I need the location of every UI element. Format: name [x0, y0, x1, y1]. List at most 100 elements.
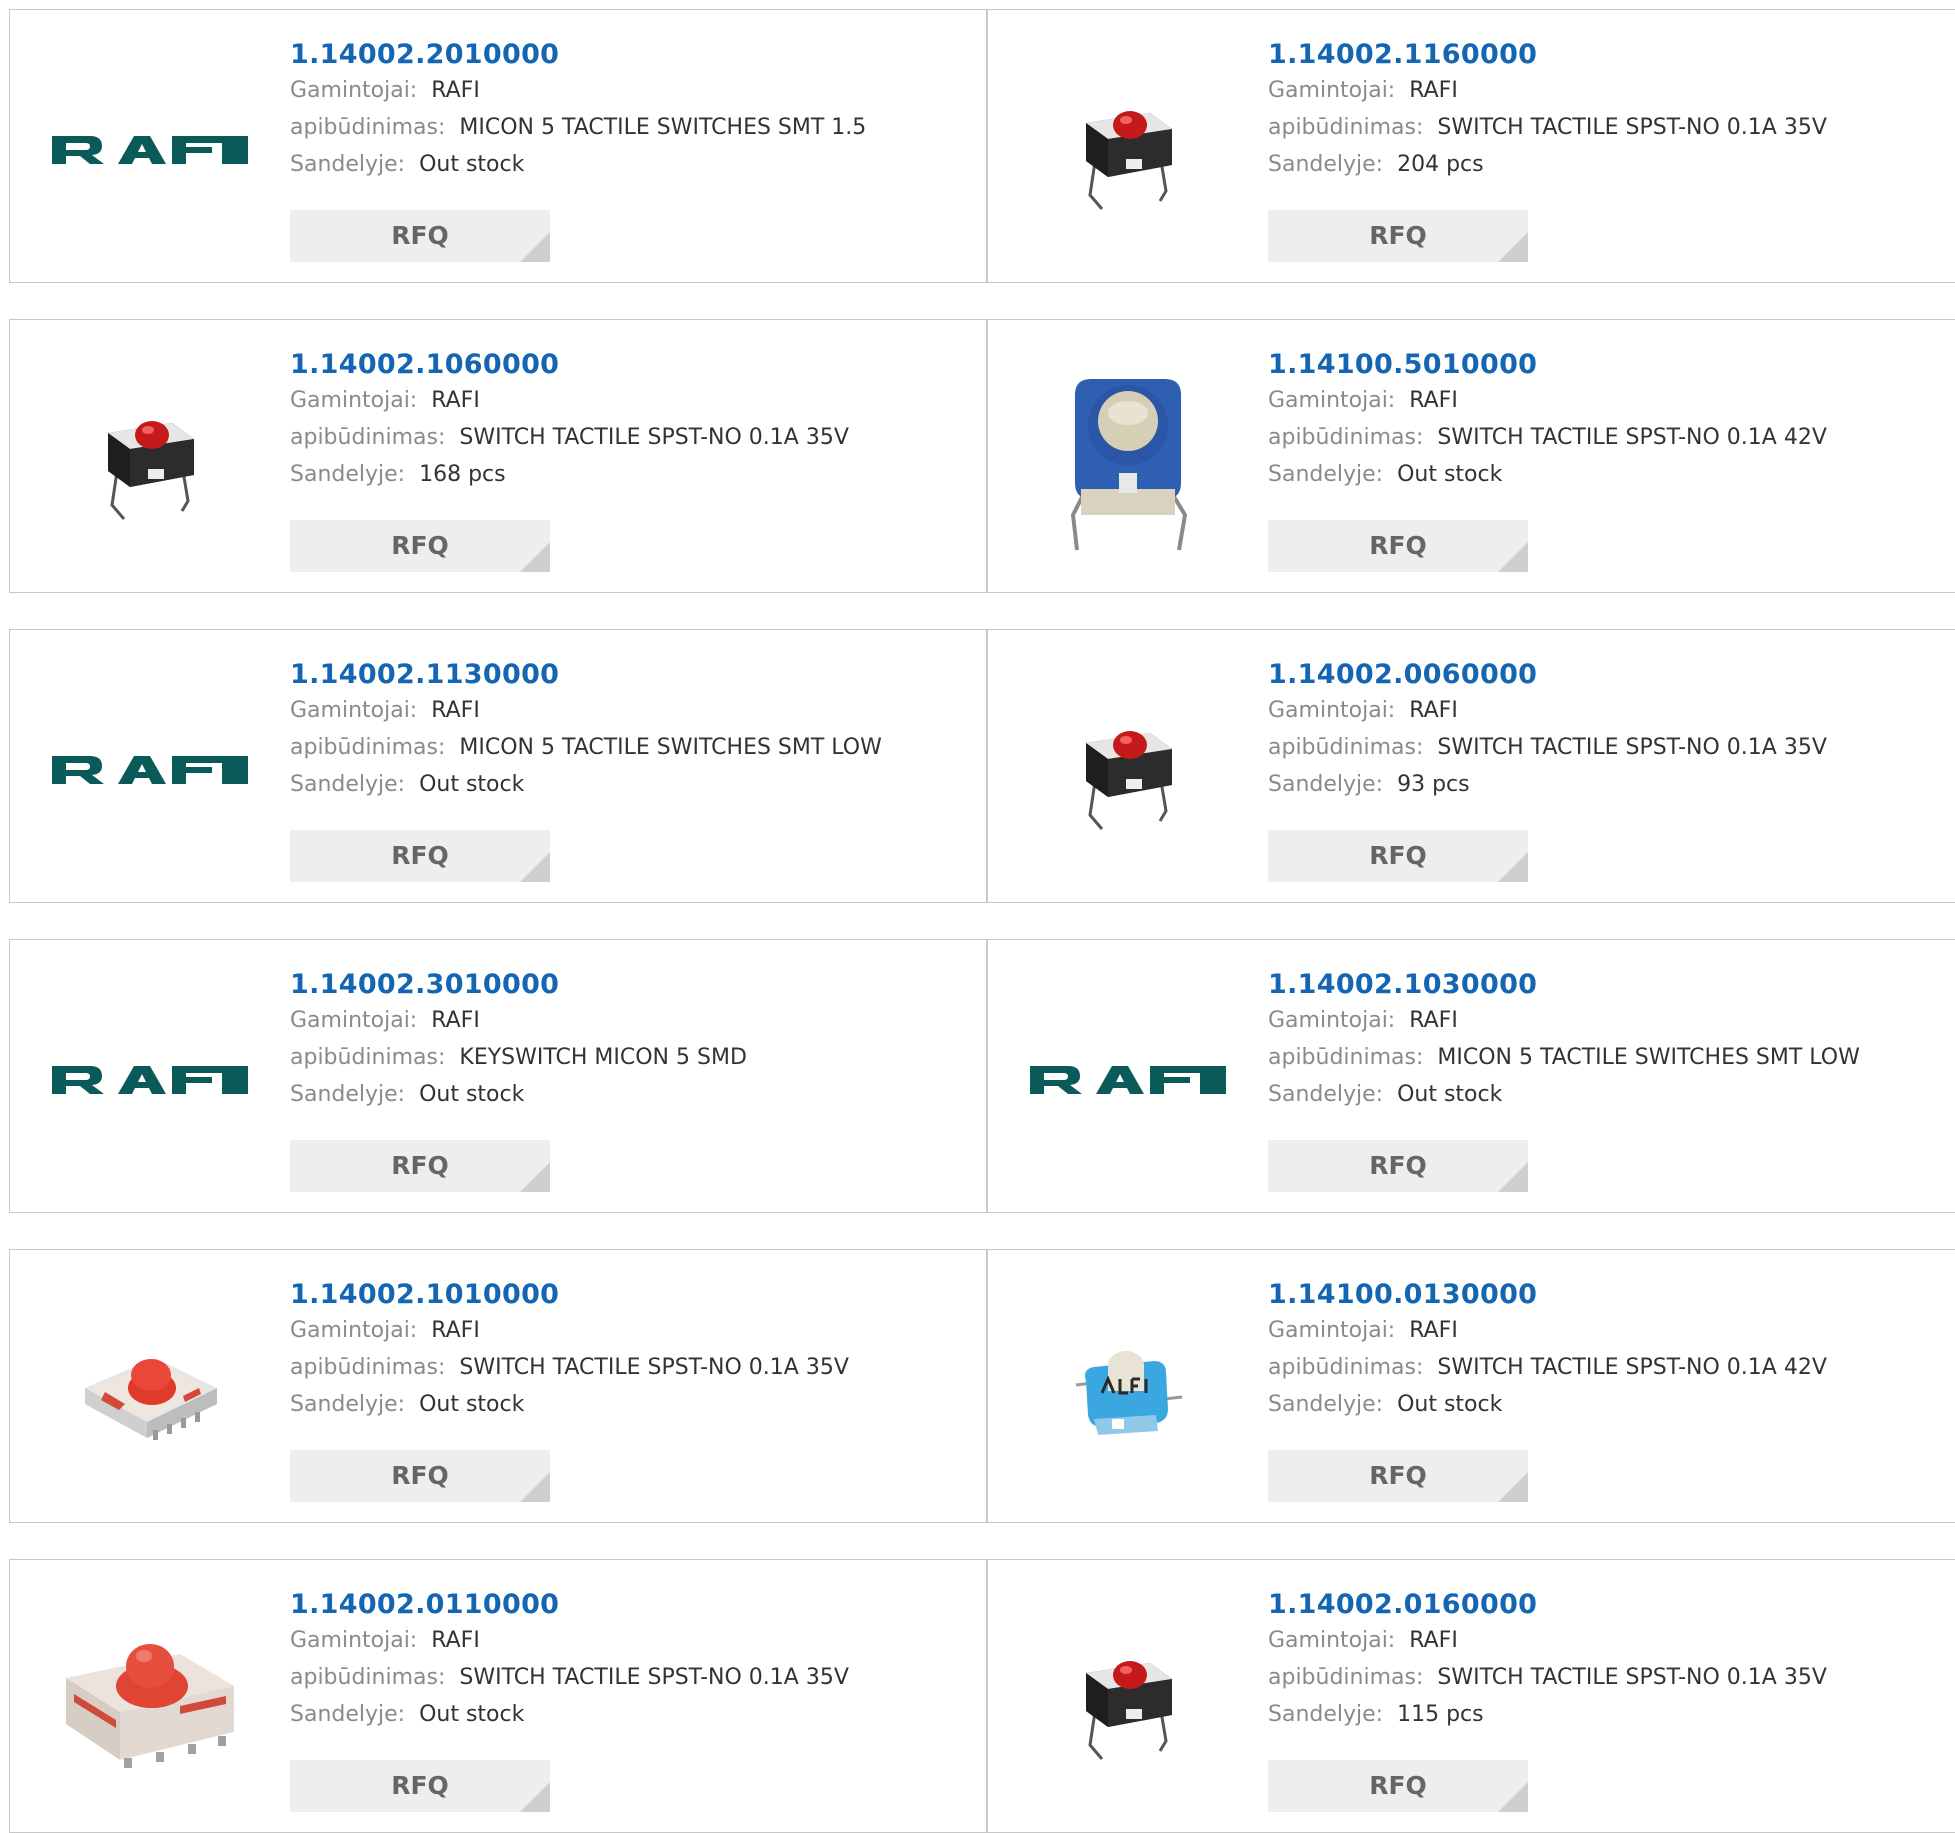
manufacturer-row: Gamintojai: RAFI [1268, 692, 1948, 729]
manufacturer-value: RAFI [1409, 78, 1458, 103]
manufacturer-row: Gamintojai: RAFI [290, 1002, 970, 1039]
stock-label: Sandelyje: [1268, 462, 1384, 487]
description-value: SWITCH TACTILE SPST-NO 0.1A 35V [1437, 735, 1827, 760]
description-row: apibūdinimas: SWITCH TACTILE SPST-NO 0.1A… [290, 1659, 970, 1696]
red-tactile-switch-icon [1086, 111, 1172, 210]
rfq-corner-triangle [520, 1472, 550, 1502]
product-card: 1.14002.1060000 Gamintojai: RAFI apibūdin… [9, 319, 987, 593]
red-tactile-switch-icon [1086, 1661, 1172, 1760]
description-row: apibūdinimas: SWITCH TACTILE SPST-NO 0.1A… [1268, 729, 1948, 766]
stock-value: 204 pcs [1397, 152, 1484, 177]
rfq-label: RFQ [391, 841, 449, 870]
stock-row: Sandelyje: Out stock [1268, 1076, 1948, 1113]
part-number-link[interactable]: 1.14002.1060000 [290, 348, 559, 382]
description-label: apibūdinimas: [1268, 115, 1424, 140]
product-info: 1.14002.3010000 Gamintojai: RAFI apibūdin… [290, 968, 970, 1113]
manufacturer-row: Gamintojai: RAFI [1268, 1622, 1948, 1659]
part-number-link[interactable]: 1.14002.2010000 [290, 38, 559, 72]
product-image[interactable] [1028, 50, 1228, 250]
rfq-button[interactable]: RFQ [1268, 1760, 1528, 1812]
rfq-button[interactable]: RFQ [290, 210, 550, 262]
product-image[interactable] [1028, 670, 1228, 870]
part-number-link[interactable]: 1.14002.3010000 [290, 968, 559, 1002]
rfq-label: RFQ [1369, 841, 1427, 870]
manufacturer-label: Gamintojai: [1268, 698, 1396, 723]
product-image[interactable] [50, 980, 250, 1180]
description-label: apibūdinimas: [290, 1355, 446, 1380]
description-value: KEYSWITCH MICON 5 SMD [459, 1045, 747, 1070]
description-row: apibūdinimas: SWITCH TACTILE SPST-NO 0.1A… [1268, 109, 1948, 146]
part-number-link[interactable]: 1.14100.5010000 [1268, 348, 1537, 382]
smd-red-switch-icon [66, 1644, 234, 1768]
stock-value: Out stock [1397, 1392, 1503, 1417]
product-image[interactable] [50, 1290, 250, 1490]
product-image[interactable] [1028, 360, 1228, 560]
rfq-button[interactable]: RFQ [290, 1140, 550, 1192]
part-number-link[interactable]: 1.14002.1030000 [1268, 968, 1537, 1002]
rfq-button[interactable]: RFQ [1268, 520, 1528, 572]
rfq-label: RFQ [391, 531, 449, 560]
rfq-label: RFQ [391, 1461, 449, 1490]
stock-label: Sandelyje: [1268, 1702, 1384, 1727]
rfq-button[interactable]: RFQ [290, 830, 550, 882]
product-image[interactable] [50, 360, 250, 560]
rafi-logo-icon [52, 1066, 248, 1094]
rfq-label: RFQ [391, 1151, 449, 1180]
product-info: 1.14100.5010000 Gamintojai: RAFI apibūdin… [1268, 348, 1948, 493]
product-image[interactable] [1028, 1600, 1228, 1800]
stock-label: Sandelyje: [290, 1082, 406, 1107]
manufacturer-value: RAFI [1409, 388, 1458, 413]
rfq-corner-triangle [520, 852, 550, 882]
part-number-link[interactable]: 1.14100.0130000 [1268, 1278, 1537, 1312]
product-card: 1.14002.0060000 Gamintojai: RAFI apibūdin… [987, 629, 1955, 903]
rfq-button[interactable]: RFQ [1268, 1450, 1528, 1502]
description-label: apibūdinimas: [1268, 425, 1424, 450]
manufacturer-row: Gamintojai: RAFI [1268, 1312, 1948, 1349]
red-tactile-switch-icon [108, 421, 194, 520]
stock-row: Sandelyje: 93 pcs [1268, 766, 1948, 803]
description-value: SWITCH TACTILE SPST-NO 0.1A 35V [459, 1355, 849, 1380]
part-number-link[interactable]: 1.14002.1160000 [1268, 38, 1537, 72]
product-image[interactable] [1028, 1290, 1228, 1490]
manufacturer-label: Gamintojai: [290, 78, 418, 103]
part-number-link[interactable]: 1.14002.0110000 [290, 1588, 559, 1622]
rafi-logo-icon [52, 136, 248, 164]
manufacturer-value: RAFI [431, 1628, 480, 1653]
red-tactile-switch-icon [1086, 731, 1172, 830]
stock-label: Sandelyje: [290, 1392, 406, 1417]
description-row: apibūdinimas: MICON 5 TACTILE SWITCHES SM… [290, 729, 970, 766]
stock-row: Sandelyje: Out stock [1268, 1386, 1948, 1423]
product-image[interactable] [50, 670, 250, 870]
product-card: 1.14002.1130000 Gamintojai: RAFI apibūdin… [9, 629, 987, 903]
manufacturer-label: Gamintojai: [290, 1008, 418, 1033]
product-image[interactable] [50, 50, 250, 250]
rfq-button[interactable]: RFQ [1268, 830, 1528, 882]
product-card: 1.14002.3010000 Gamintojai: RAFI apibūdin… [9, 939, 987, 1213]
description-label: apibūdinimas: [290, 115, 446, 140]
rfq-button[interactable]: RFQ [290, 1760, 550, 1812]
product-image[interactable] [1028, 980, 1228, 1180]
rfq-button[interactable]: RFQ [1268, 210, 1528, 262]
product-info: 1.14002.1060000 Gamintojai: RAFI apibūdin… [290, 348, 970, 493]
rfq-button[interactable]: RFQ [1268, 1140, 1528, 1192]
rafi-logo-icon [1030, 1066, 1226, 1094]
product-info: 1.14002.0060000 Gamintojai: RAFI apibūdin… [1268, 658, 1948, 803]
manufacturer-value: RAFI [1409, 1318, 1458, 1343]
rfq-button[interactable]: RFQ [290, 520, 550, 572]
stock-label: Sandelyje: [290, 462, 406, 487]
manufacturer-row: Gamintojai: RAFI [290, 1312, 970, 1349]
part-number-link[interactable]: 1.14002.1010000 [290, 1278, 559, 1312]
description-row: apibūdinimas: SWITCH TACTILE SPST-NO 0.1A… [290, 1349, 970, 1386]
manufacturer-row: Gamintojai: RAFI [290, 72, 970, 109]
rfq-corner-triangle [1498, 852, 1528, 882]
rfq-label: RFQ [1369, 1151, 1427, 1180]
description-value: MICON 5 TACTILE SWITCHES SMT LOW [1437, 1045, 1860, 1070]
description-label: apibūdinimas: [1268, 1045, 1424, 1070]
part-number-link[interactable]: 1.14002.0160000 [1268, 1588, 1537, 1622]
part-number-link[interactable]: 1.14002.0060000 [1268, 658, 1537, 692]
product-image[interactable] [50, 1600, 250, 1800]
rfq-button[interactable]: RFQ [290, 1450, 550, 1502]
description-value: MICON 5 TACTILE SWITCHES SMT LOW [459, 735, 882, 760]
part-number-link[interactable]: 1.14002.1130000 [290, 658, 559, 692]
product-info: 1.14002.1160000 Gamintojai: RAFI apibūdin… [1268, 38, 1948, 183]
